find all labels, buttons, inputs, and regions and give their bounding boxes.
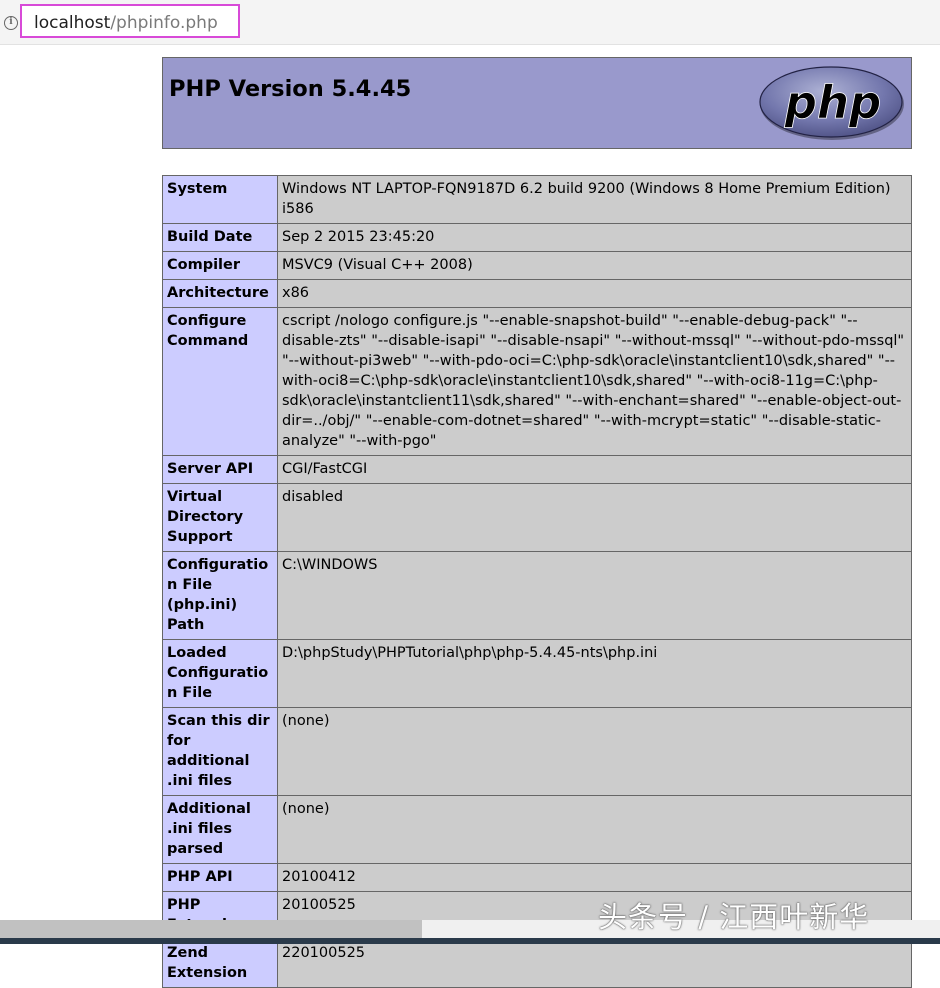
row-key: Architecture (162, 279, 278, 308)
table-row: Loaded Configuration File D:\phpStudy\PHP… (162, 639, 912, 708)
info-icon[interactable]: i (4, 16, 18, 30)
table-row: Server API CGI/FastCGI (162, 455, 912, 484)
table-row: Virtual Directory Support disabled (162, 483, 912, 552)
row-key: Scan this dir for additional .ini files (162, 707, 278, 796)
table-row: Zend Extension 220100525 (162, 939, 912, 988)
table-row: Configure Command cscript /nologo configu… (162, 307, 912, 456)
table-row: Scan this dir for additional .ini files(… (162, 707, 912, 796)
row-key: Additional .ini files parsed (162, 795, 278, 864)
table-row: Architecture x86 (162, 279, 912, 308)
row-value: Sep 2 2015 23:45:20 (277, 223, 912, 252)
row-value: disabled (277, 483, 912, 552)
row-value: cscript /nologo configure.js "--enable-s… (277, 307, 912, 456)
row-value: CGI/FastCGI (277, 455, 912, 484)
table-row: Additional .ini files parsed (none) (162, 795, 912, 864)
info-table: System Windows NT LAPTOP-FQN9187D 6.2 bui… (162, 175, 912, 988)
row-key: Configuration File (php.ini) Path (162, 551, 278, 640)
row-value: D:\phpStudy\PHPTutorial\php\php-5.4.45-n… (277, 639, 912, 708)
page-title: PHP Version 5.4.45 (169, 76, 412, 102)
row-value: MSVC9 (Visual C++ 2008) (277, 251, 912, 280)
row-key: Compiler (162, 251, 278, 280)
address-bar: i localhost/phpinfo.php (0, 0, 940, 45)
row-key: System (162, 175, 278, 224)
row-value: Windows NT LAPTOP-FQN9187D 6.2 build 920… (277, 175, 912, 224)
row-value: (none) (277, 795, 912, 864)
watermark: 头条号 / 江西叶新华 (598, 900, 870, 934)
row-key: Zend Extension (162, 939, 278, 988)
url-path: /phpinfo.php (110, 13, 218, 33)
php-logo-text: php (784, 76, 881, 129)
row-key: Build Date (162, 223, 278, 252)
row-value: 220100525 (277, 939, 912, 988)
row-value: (none) (277, 707, 912, 796)
row-key: Virtual Directory Support (162, 483, 278, 552)
table-row: System Windows NT LAPTOP-FQN9187D 6.2 bui… (162, 175, 912, 224)
url-input[interactable]: localhost/phpinfo.php (20, 4, 240, 38)
url-host: localhost (34, 13, 111, 33)
table-row: PHP API 20100412 (162, 863, 912, 892)
phpinfo-content: PHP Version 5.4.45 php System Windows NT … (162, 57, 912, 988)
scrollbar-thumb[interactable] (0, 920, 422, 938)
table-row: Compiler MSVC9 (Visual C++ 2008) (162, 251, 912, 280)
url-text: localhost/phpinfo.php (34, 13, 218, 33)
table-row: Configuration File (php.ini) Path C:\WIND… (162, 551, 912, 640)
taskbar (0, 938, 940, 944)
php-version-header: PHP Version 5.4.45 php (162, 57, 912, 149)
row-value: x86 (277, 279, 912, 308)
table-row: Build Date Sep 2 2015 23:45:20 (162, 223, 912, 252)
row-value: C:\WINDOWS (277, 551, 912, 640)
row-value: 20100412 (277, 863, 912, 892)
row-key: Configure Command (162, 307, 278, 456)
row-key: Loaded Configuration File (162, 639, 278, 708)
php-logo-icon: php (759, 66, 904, 140)
row-key: Server API (162, 455, 278, 484)
row-key: PHP API (162, 863, 278, 892)
